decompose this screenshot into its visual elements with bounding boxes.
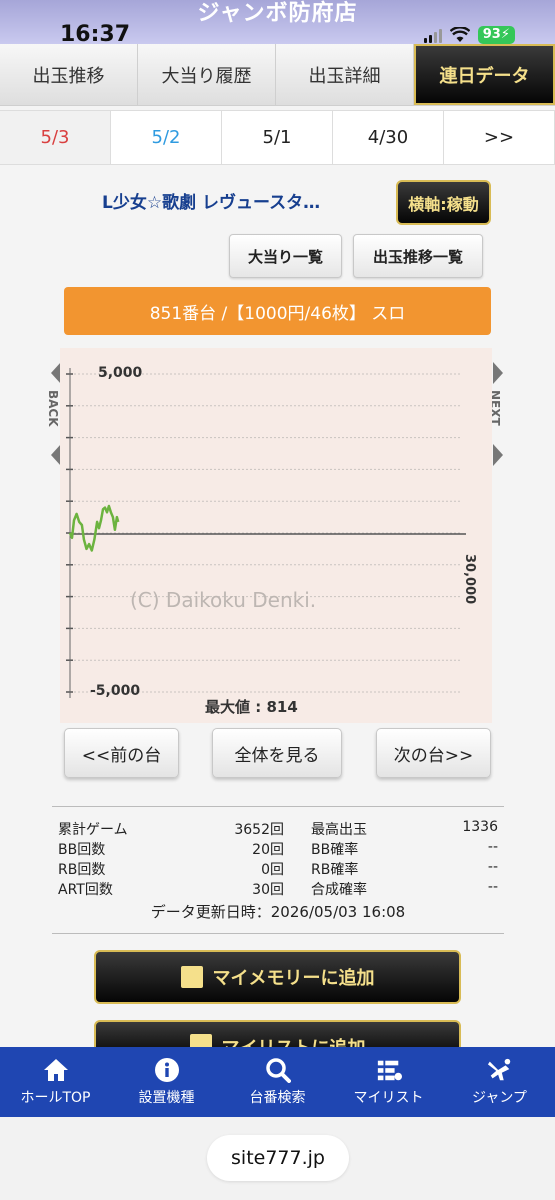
tab-jackpot-history[interactable]: 大当り履歴: [138, 44, 276, 105]
payout-graph: 5,000 -5,000 30,000 (C) Daikoku Denki. 最…: [60, 348, 492, 723]
stat-value: 3652回: [234, 822, 284, 838]
payout-list-button[interactable]: 出玉推移一覧: [353, 234, 483, 278]
status-icons: 93⚡: [423, 26, 515, 44]
date-tabs: 5/3 5/2 5/1 4/30 >>: [0, 110, 555, 165]
nav-my-list-label: マイリスト: [353, 1090, 424, 1106]
stat-label: BB回数: [58, 842, 106, 858]
axis-toggle-button[interactable]: 横軸:稼動: [396, 180, 491, 225]
stat-label: RB確率: [311, 862, 359, 878]
nav-hall-top[interactable]: ホールTOP: [0, 1047, 111, 1117]
wifi-icon: [449, 27, 470, 42]
url-field[interactable]: site777.jp: [207, 1135, 349, 1181]
status-bar: ジャンボ防府店 16:37 93⚡: [0, 0, 555, 47]
add-memory-button[interactable]: マイメモリーに追加: [94, 950, 461, 1004]
view-all-button[interactable]: 全体を見る: [212, 728, 342, 778]
machine-banner: 851番台 /【1000円/46枚】 スロ: [64, 287, 491, 335]
tab-payout-transition[interactable]: 出玉推移: [0, 44, 138, 105]
nav-jump-label: ジャンプ: [472, 1090, 527, 1106]
next-arrow-icon: [493, 444, 503, 466]
browser-url-bar: site777.jp: [0, 1117, 555, 1200]
stat-value: 30回: [252, 882, 284, 898]
list-icon: [376, 1057, 402, 1083]
nav-installed-machines-label: 設置機種: [138, 1090, 195, 1106]
date-tab-5-3[interactable]: 5/3: [0, 111, 111, 164]
battery-icon: 93⚡: [477, 26, 515, 44]
stat-label: 累計ゲーム: [58, 822, 128, 838]
search-icon: [265, 1057, 291, 1083]
date-tab-4-30[interactable]: 4/30: [333, 111, 444, 164]
nav-machine-search[interactable]: 台番検索: [222, 1047, 333, 1117]
prev-machine-button[interactable]: <<前の台: [64, 728, 179, 778]
signal-icon: [423, 27, 442, 43]
payout-graph-svg: 5,000 -5,000 30,000 (C) Daikoku Denki. 最…: [66, 365, 477, 716]
stat-label: 最高出玉: [311, 822, 367, 838]
stats-row: 累計ゲーム 3652回 最高出玉 1336: [58, 819, 498, 839]
stat-value: --: [487, 839, 498, 855]
data-updated-time: データ更新日時：2026/05/03 16:08: [150, 903, 406, 921]
memory-icon: [180, 966, 203, 988]
stat-value: --: [487, 879, 498, 895]
stat-value: 20回: [252, 842, 284, 858]
stat-value: 0回: [261, 862, 284, 878]
next-arrow-icon: [493, 362, 503, 384]
date-tab-5-1[interactable]: 5/1: [222, 111, 333, 164]
next-machine-button[interactable]: 次の台>>: [376, 728, 491, 778]
graph-watermark: (C) Daikoku Denki.: [130, 588, 316, 612]
nav-installed-machines[interactable]: 設置機種: [111, 1047, 222, 1117]
nav-jump[interactable]: ジャンプ: [444, 1047, 555, 1117]
stats-row: ART回数 30回 合成確率 --: [58, 879, 498, 899]
home-icon: [43, 1057, 69, 1083]
stat-label: RB回数: [58, 862, 106, 878]
nav-my-list[interactable]: マイリスト: [333, 1047, 444, 1117]
nav-hall-top-label: ホールTOP: [20, 1090, 91, 1106]
nav-machine-search-label: 台番検索: [249, 1090, 306, 1106]
stat-label: ART回数: [58, 882, 113, 898]
stat-label: BB確率: [311, 842, 359, 858]
y-bottom-label: -5,000: [90, 683, 140, 699]
y-top-label: 5,000: [98, 365, 143, 381]
jackpot-list-button[interactable]: 大当り一覧: [229, 234, 342, 278]
graph-max-label: 最大値 : 814: [205, 698, 298, 716]
stat-value: --: [487, 859, 498, 875]
stats-row: RB回数 0回 RB確率 --: [58, 859, 498, 879]
main-tabs: 出玉推移 大当り履歴 出玉詳細 連日データ: [0, 44, 555, 106]
back-label: BACK: [46, 390, 60, 427]
tab-payout-detail[interactable]: 出玉詳細: [276, 44, 414, 105]
date-tab-more[interactable]: >>: [444, 111, 555, 164]
stats-table: 累計ゲーム 3652回 最高出玉 1336 BB回数 20回 BB確率 -- R…: [52, 806, 504, 934]
jump-icon: [487, 1057, 513, 1083]
payout-line: [68, 504, 120, 552]
bottom-nav: ホールTOP 設置機種 台番検索 マイリスト ジャンプ: [0, 1047, 555, 1117]
x-max-label: 30,000: [462, 554, 477, 604]
stat-value: 1336: [462, 819, 498, 835]
info-icon: [154, 1057, 180, 1083]
date-tab-5-2[interactable]: 5/2: [111, 111, 222, 164]
add-memory-label: マイメモリーに追加: [212, 968, 375, 989]
machine-name[interactable]: L少女☆歌劇 レヴュースタ…: [102, 188, 320, 213]
stats-row: BB回数 20回 BB確率 --: [58, 839, 498, 859]
stat-label: 合成確率: [311, 882, 367, 898]
next-nav[interactable]: NEXT: [488, 362, 506, 470]
tab-daily-data[interactable]: 連日データ: [414, 44, 555, 105]
graph-grid: [66, 373, 460, 693]
